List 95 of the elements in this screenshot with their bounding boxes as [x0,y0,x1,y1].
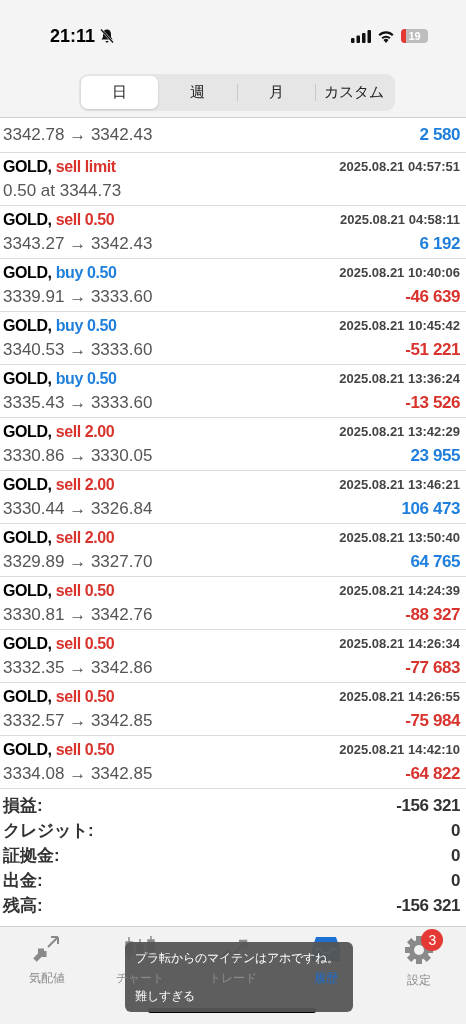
symbol-label: GOLD, [3,157,52,177]
history-row[interactable]: GOLD, sell 0.50 2025.08.21 14:42:10 3334.08 → 3342.85 -64 822 [0,736,466,789]
history-row[interactable]: GOLD, sell 0.50 2025.08.21 14:26:55 3332.57 → 3342.85 -75 984 [0,683,466,736]
price-range: 3335.43 → 3333.60 [3,392,153,415]
period-tab[interactable]: 日 [81,76,159,109]
notification-badge: 3 [421,929,444,951]
price-range: 3343.27 → 3342.43 [3,233,153,256]
price-range: 0.50 at 3344.73 [3,180,122,203]
summary-value: -156 321 [396,894,460,917]
profit-value: -46 639 [405,286,460,309]
price-range: 3340.53 → 3333.60 [3,339,153,362]
summary-value: -156 321 [396,794,460,817]
symbol-label: GOLD, [3,475,52,495]
symbol-label: GOLD, [3,634,52,654]
summary-value: 0 [450,869,460,892]
price-range: 3329.89 → 3327.70 [3,551,153,574]
profit-value: 23 955 [410,445,460,468]
history-row[interactable]: GOLD, sell 2.00 2025.08.21 13:50:40 3329.89 → 3327.70 64 765 [0,524,466,577]
profit-value: -88 327 [405,604,460,627]
signal-icon [351,29,371,43]
symbol-label: GOLD, [3,422,52,442]
price-range: 3334.08 → 3342.85 [3,763,153,786]
timestamp: 2025.08.21 04:58:11 [340,211,460,230]
order-type: sell 0.50 [55,687,115,707]
profit-value: -64 822 [405,763,460,786]
summary-label: クレジット: [3,819,94,842]
symbol-label: GOLD, [3,263,52,283]
order-type: sell limit [55,157,116,177]
history-row[interactable]: GOLD, sell 2.00 2025.08.21 13:46:21 3330.44 → 3326.84 106 473 [0,471,466,524]
period-tab[interactable]: 週 [159,76,237,109]
timestamp: 2025.08.21 14:24:39 [339,582,460,601]
symbol-label: GOLD, [3,528,52,548]
timestamp: 2025.08.21 14:42:10 [339,741,460,760]
summary-label: 残高: [3,894,43,917]
battery-icon: 19 [401,29,428,43]
timestamp: 2025.08.21 04:57:51 [339,158,460,177]
price-range: 3342.78 → 3342.43 [3,124,153,147]
price-range: 3332.57 → 3342.85 [3,710,153,733]
timestamp: 2025.08.21 13:42:29 [339,423,460,442]
profit-value: 64 765 [410,551,460,574]
symbol-label: GOLD, [3,740,52,760]
history-row[interactable]: GOLD, buy 0.50 2025.08.21 13:36:24 3335.43 → 3333.60 -13 526 [0,365,466,418]
profit-value: 6 192 [419,233,460,256]
price-range: 3339.91 → 3333.60 [3,286,153,309]
price-range: 3330.86 → 3330.05 [3,445,153,468]
timestamp: 2025.08.21 13:36:24 [339,370,460,389]
symbol-label: GOLD, [3,316,52,336]
history-row[interactable]: GOLD, sell 0.50 2025.08.21 14:24:39 3330.81 → 3342.76 -88 327 [0,577,466,630]
summary-value: 0 [450,844,460,867]
history-row[interactable]: GOLD, buy 0.50 2025.08.21 10:40:06 3339.91 → 3333.60 -46 639 [0,259,466,312]
order-type: buy 0.50 [55,316,117,336]
status-time: 21:11 [50,24,96,48]
profit-value: -51 221 [405,339,460,362]
wifi-icon [377,29,395,43]
bell-slash-icon [99,28,116,44]
summary-label: 損益: [3,794,43,817]
order-type: buy 0.50 [55,263,117,283]
order-type: sell 0.50 [55,634,115,654]
order-type: sell 0.50 [55,581,115,601]
history-row[interactable]: GOLD, buy 0.50 2025.08.21 10:45:42 3340.53 → 3333.60 -51 221 [0,312,466,365]
profit-value: -77 683 [405,657,460,680]
profit-value: -13 526 [405,392,460,415]
price-range: 3332.35 → 3342.86 [3,657,153,680]
summary-label: 証拠金: [3,844,60,867]
profit-value: -75 984 [405,710,460,733]
history-row[interactable]: GOLD, sell 2.00 2025.08.21 13:42:29 3330.86 → 3330.05 23 955 [0,418,466,471]
symbol-label: GOLD, [3,687,52,707]
order-type: sell 0.50 [55,210,115,230]
timestamp: 2025.08.21 14:26:55 [339,688,460,707]
order-type: sell 2.00 [55,528,115,548]
timestamp: 2025.08.21 10:40:06 [339,264,460,283]
price-range: 3330.81 → 3342.76 [3,604,153,627]
symbol-label: GOLD, [3,581,52,601]
order-type: sell 2.00 [55,422,115,442]
order-type: sell 0.50 [55,740,115,760]
profit-value: 106 473 [401,498,460,521]
order-type: buy 0.50 [55,369,117,389]
timestamp: 2025.08.21 13:50:40 [339,529,460,548]
history-row[interactable]: GOLD, sell 0.50 2025.08.21 04:58:11 3343.27 → 3342.43 6 192 [0,206,466,259]
order-type: sell 2.00 [55,475,115,495]
price-range: 3330.44 → 3326.84 [3,498,153,521]
period-tab[interactable]: カスタム [315,76,393,109]
symbol-label: GOLD, [3,210,52,230]
history-row[interactable]: GOLD, sell 0.50 2025.08.21 14:26:34 3332.35 → 3342.86 -77 683 [0,630,466,683]
timestamp: 2025.08.21 10:45:42 [339,317,460,336]
tab-bar-item[interactable]: 設定 3 [381,927,458,989]
summary-value: 0 [450,819,460,842]
timestamp: 2025.08.21 14:26:34 [339,635,460,654]
history-row[interactable]: GOLD, sell limit 2025.08.21 04:57:51 0.50 at 3344.73 [0,153,466,206]
symbol-label: GOLD, [3,369,52,389]
profit-value: 2 580 [419,124,460,147]
period-tab[interactable]: 月 [237,76,315,109]
timestamp: 2025.08.21 13:46:21 [339,476,460,495]
summary-label: 出金: [3,869,43,892]
diagonal-arrows-icon [31,935,62,963]
